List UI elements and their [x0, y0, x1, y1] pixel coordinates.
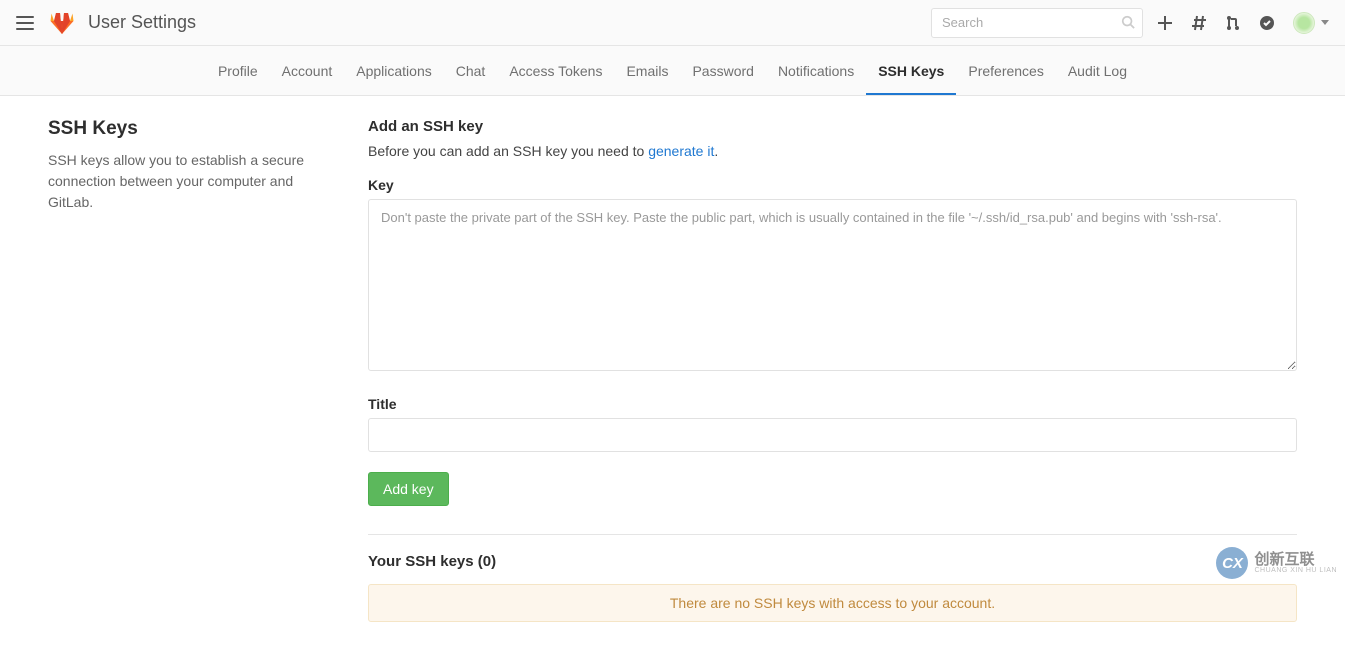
- form-intro: Before you can add an SSH key you need t…: [368, 143, 1297, 159]
- key-textarea[interactable]: [368, 199, 1297, 371]
- content: SSH Keys SSH keys allow you to establish…: [0, 96, 1345, 652]
- tab-profile[interactable]: Profile: [206, 49, 270, 95]
- watermark-text: 创新互联: [1254, 552, 1337, 567]
- plus-icon[interactable]: [1157, 15, 1173, 31]
- search-input[interactable]: [931, 8, 1143, 38]
- user-avatar-dropdown[interactable]: [1293, 12, 1329, 34]
- side-description: SSH Keys SSH keys allow you to establish…: [48, 118, 328, 622]
- tab-emails[interactable]: Emails: [614, 49, 680, 95]
- avatar: [1293, 12, 1315, 34]
- tab-notifications[interactable]: Notifications: [766, 49, 866, 95]
- chevron-down-icon: [1321, 20, 1329, 25]
- top-bar: User Settings: [0, 0, 1345, 46]
- tab-access-tokens[interactable]: Access Tokens: [497, 49, 614, 95]
- tab-account[interactable]: Account: [270, 49, 345, 95]
- merge-request-icon[interactable]: [1225, 15, 1241, 31]
- tab-password[interactable]: Password: [680, 49, 765, 95]
- watermark-logo-icon: CX: [1216, 547, 1248, 579]
- side-title: SSH Keys: [48, 118, 328, 140]
- your-keys-heading: Your SSH keys (0): [368, 553, 1297, 570]
- page-title: User Settings: [88, 12, 196, 33]
- gitlab-logo-icon[interactable]: [50, 12, 74, 34]
- search-wrap: [931, 8, 1143, 38]
- intro-before: Before you can add an SSH key you need t…: [368, 143, 648, 159]
- intro-after: .: [714, 143, 718, 159]
- tab-ssh-keys[interactable]: SSH Keys: [866, 49, 956, 95]
- tab-audit-log[interactable]: Audit Log: [1056, 49, 1139, 95]
- tab-chat[interactable]: Chat: [444, 49, 498, 95]
- form-heading: Add an SSH key: [368, 118, 1297, 135]
- tab-applications[interactable]: Applications: [344, 49, 444, 95]
- main-panel: Add an SSH key Before you can add an SSH…: [368, 118, 1297, 622]
- generate-link[interactable]: generate it: [648, 143, 714, 159]
- title-input[interactable]: [368, 418, 1297, 452]
- tab-preferences[interactable]: Preferences: [956, 49, 1055, 95]
- key-label: Key: [368, 177, 1297, 193]
- watermark: CX 创新互联 CHUANG XIN HU LIAN: [1208, 543, 1345, 583]
- title-label: Title: [368, 396, 1297, 412]
- hamburger-menu-icon[interactable]: [16, 16, 34, 30]
- settings-tabs: ProfileAccountApplicationsChatAccess Tok…: [0, 46, 1345, 96]
- watermark-sub: CHUANG XIN HU LIAN: [1254, 567, 1337, 574]
- todo-check-icon[interactable]: [1259, 15, 1275, 31]
- search-icon: [1121, 15, 1135, 29]
- add-key-button[interactable]: Add key: [368, 472, 449, 506]
- empty-keys-alert: There are no SSH keys with access to you…: [368, 584, 1297, 622]
- divider: [368, 534, 1297, 535]
- side-text: SSH keys allow you to establish a secure…: [48, 150, 328, 213]
- hash-icon[interactable]: [1191, 15, 1207, 31]
- topbar-icons: [1157, 12, 1329, 34]
